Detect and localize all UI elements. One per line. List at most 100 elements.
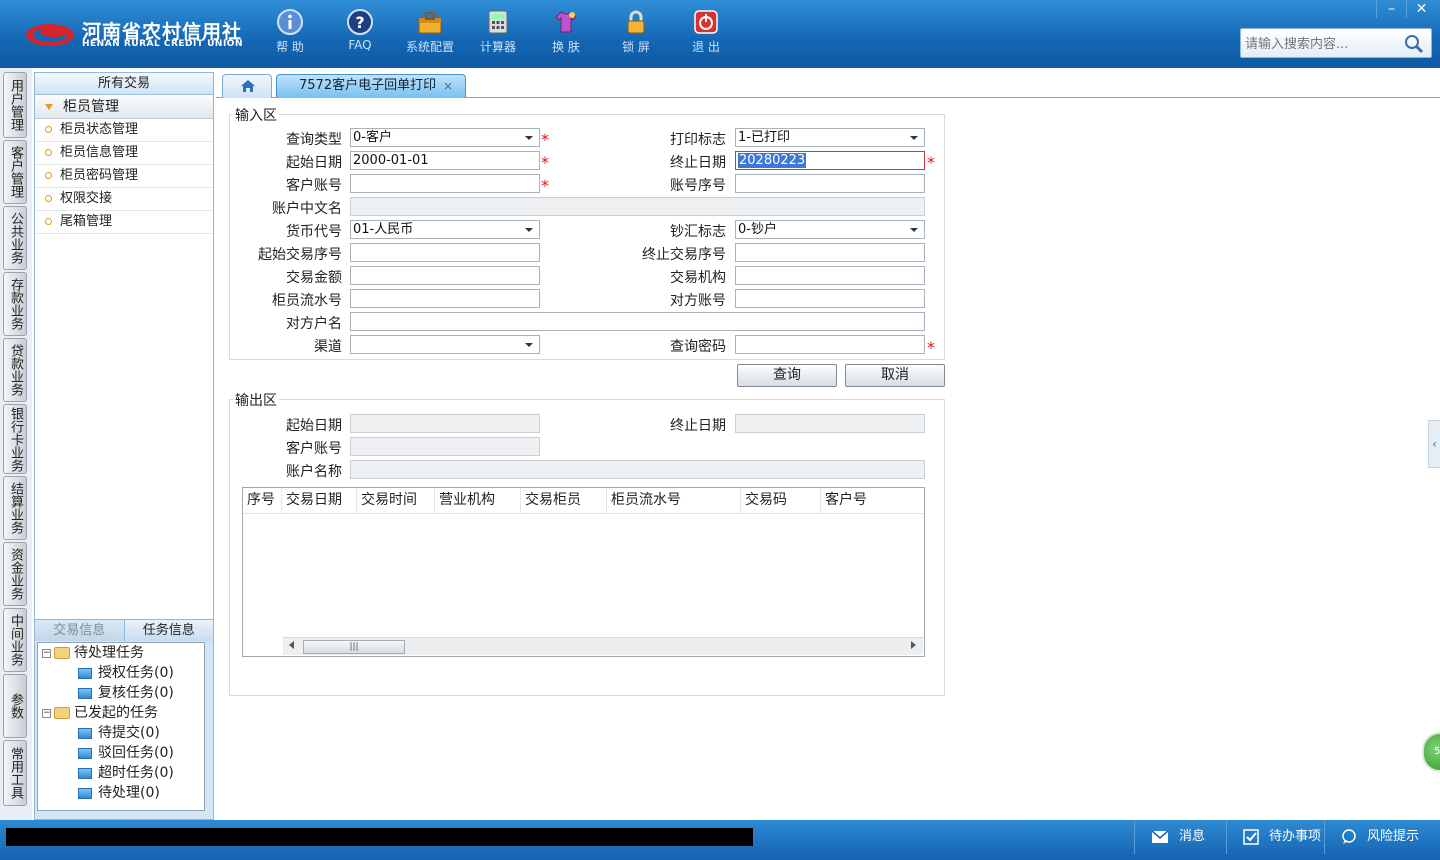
start-seq-input[interactable] [350,243,540,262]
start-date-label: 起始日期 [286,155,342,171]
vtab-common-tools[interactable]: 常用工具 [3,740,27,806]
query-button[interactable]: 查询 [737,364,837,387]
search-input[interactable] [1245,34,1405,54]
org-input[interactable] [735,266,925,285]
horizontal-scrollbar[interactable]: ||| [283,637,923,655]
shirt-icon [555,11,577,33]
tree-node-pending[interactable]: − 待处理任务 [42,643,144,663]
tree-node-rejected[interactable]: 驳回任务(0) [78,743,174,763]
faq-label: FAQ [348,38,372,52]
col-time[interactable]: 交易时间 [357,488,435,513]
print-flag-select[interactable]: 1-已打印 [735,128,925,147]
start-seq-label: 起始交易序号 [258,247,342,263]
close-icon: ✕ [1415,1,1428,17]
vtab-public-business[interactable]: 公共业务 [3,206,27,270]
counter-account-input[interactable] [735,289,925,308]
chat-bubble-icon [1342,828,1356,844]
scroll-left-icon[interactable] [289,641,294,649]
end-date-value: 20280223 [738,153,807,168]
tree-label: 待处理(0) [98,785,160,801]
channel-select[interactable] [350,335,540,354]
help-button[interactable]: 帮 助 [258,8,322,60]
cash-flag-select[interactable]: 0-钞户 [735,220,925,239]
currency-select[interactable]: 01-人民币 [350,220,540,239]
close-window-button[interactable]: ✕ [1406,0,1436,18]
tree-node-to-process[interactable]: 待处理(0) [78,783,160,803]
all-transactions-header[interactable]: 所有交易 [35,73,213,95]
end-seq-input[interactable] [735,243,925,262]
left-navigation: 所有交易 柜员管理 柜员状态管理 柜员信息管理 柜员密码管理 权限交接 尾箱管理… [34,72,214,820]
collapse-icon[interactable]: − [42,648,51,658]
vtab-loan-business[interactable]: 贷款业务 [3,338,27,402]
collapse-icon[interactable]: − [42,708,51,718]
amount-label: 交易金额 [286,270,342,286]
envelope-icon [1151,829,1169,843]
risk-alert-button[interactable]: 风险提示 [1324,820,1434,854]
tree-node-to-submit[interactable]: 待提交(0) [78,723,160,743]
vtab-customer-management[interactable]: 客户管理 [3,140,27,204]
faq-button[interactable]: ? FAQ [328,8,392,60]
col-seq[interactable]: 序号 [243,488,282,513]
vtab-settlement-business[interactable]: 结算业务 [3,476,27,540]
vtab-intermediate-business[interactable]: 中间业务 [3,608,27,672]
vtab-parameters[interactable]: 参数 [3,674,27,738]
tab-task-info[interactable]: 任务信息 [124,620,213,641]
required-asterisk: * [927,153,935,172]
output-account-field [350,437,540,456]
tab-home[interactable] [222,74,272,98]
minimize-button[interactable]: – [1376,0,1406,18]
teller-seq-input[interactable] [350,289,540,308]
change-skin-button[interactable]: 换 肤 [534,8,598,60]
main-tab-bar: 7572客户电子回单打印 × [216,72,1440,98]
menu-item-teller-info[interactable]: 柜员信息管理 [35,142,213,165]
customer-account-input[interactable] [350,174,540,193]
currency-label: 货币代号 [286,224,342,240]
calculator-button[interactable]: 计算器 [466,8,530,60]
query-password-input[interactable] [735,335,925,354]
vtab-fund-business[interactable]: 资金业务 [3,542,27,606]
vtab-user-management[interactable]: 用户管理 [3,72,27,138]
vtab-deposit-business[interactable]: 存款业务 [3,272,27,336]
system-config-button[interactable]: 系统配置 [398,8,462,60]
menu-item-teller-status[interactable]: 柜员状态管理 [35,119,213,142]
lock-screen-button[interactable]: 锁 屏 [604,8,668,60]
col-customer-no[interactable]: 客户号 [821,488,924,513]
side-collapse-handle[interactable]: ‹ [1428,420,1440,468]
start-date-input[interactable]: 2000-01-01 [350,151,540,170]
tab-close-icon[interactable]: × [443,75,453,97]
output-end-date-label: 终止日期 [670,418,726,434]
folder-icon [78,747,92,759]
cash-flag-label: 钞汇标志 [670,224,726,240]
vtab-bankcard-business[interactable]: 银行卡业务 [3,404,27,474]
exit-button[interactable]: 退 出 [674,8,738,60]
tab-7572-receipt-print[interactable]: 7572客户电子回单打印 × [276,74,466,98]
todo-button[interactable]: 待办事项 [1226,820,1324,854]
col-org[interactable]: 营业机构 [435,488,521,513]
tree-node-auth[interactable]: 授权任务(0) [78,663,174,683]
col-teller-seq[interactable]: 柜员流水号 [607,488,741,513]
scroll-right-icon[interactable] [911,641,916,649]
menu-item-permission-handover[interactable]: 权限交接 [35,188,213,211]
tree-node-timeout[interactable]: 超时任务(0) [78,763,174,783]
amount-input[interactable] [350,266,540,285]
col-trans-code[interactable]: 交易码 [741,488,821,513]
help-label: 帮 助 [276,40,304,54]
tree-node-initiated[interactable]: − 已发起的任务 [42,703,158,723]
end-date-input[interactable]: 20280223 [735,151,925,170]
output-account-name-field [350,460,925,479]
cancel-button[interactable]: 取消 [845,364,945,387]
col-date[interactable]: 交易日期 [282,488,357,513]
teller-management-group[interactable]: 柜员管理 [35,95,213,119]
col-teller[interactable]: 交易柜员 [521,488,607,513]
tab-transaction-info[interactable]: 交易信息 [35,620,125,641]
scroll-thumb[interactable]: ||| [303,640,405,654]
messages-button[interactable]: 消息 [1134,820,1226,854]
tree-node-review[interactable]: 复核任务(0) [78,683,174,703]
menu-item-cash-box[interactable]: 尾箱管理 [35,211,213,234]
menu-item-teller-password[interactable]: 柜员密码管理 [35,165,213,188]
counter-name-input[interactable] [350,312,925,331]
search-icon[interactable] [1403,33,1425,55]
logo-mark-icon [26,24,74,46]
query-type-select[interactable]: 0-客户 [350,128,540,147]
account-seq-input[interactable] [735,174,925,193]
